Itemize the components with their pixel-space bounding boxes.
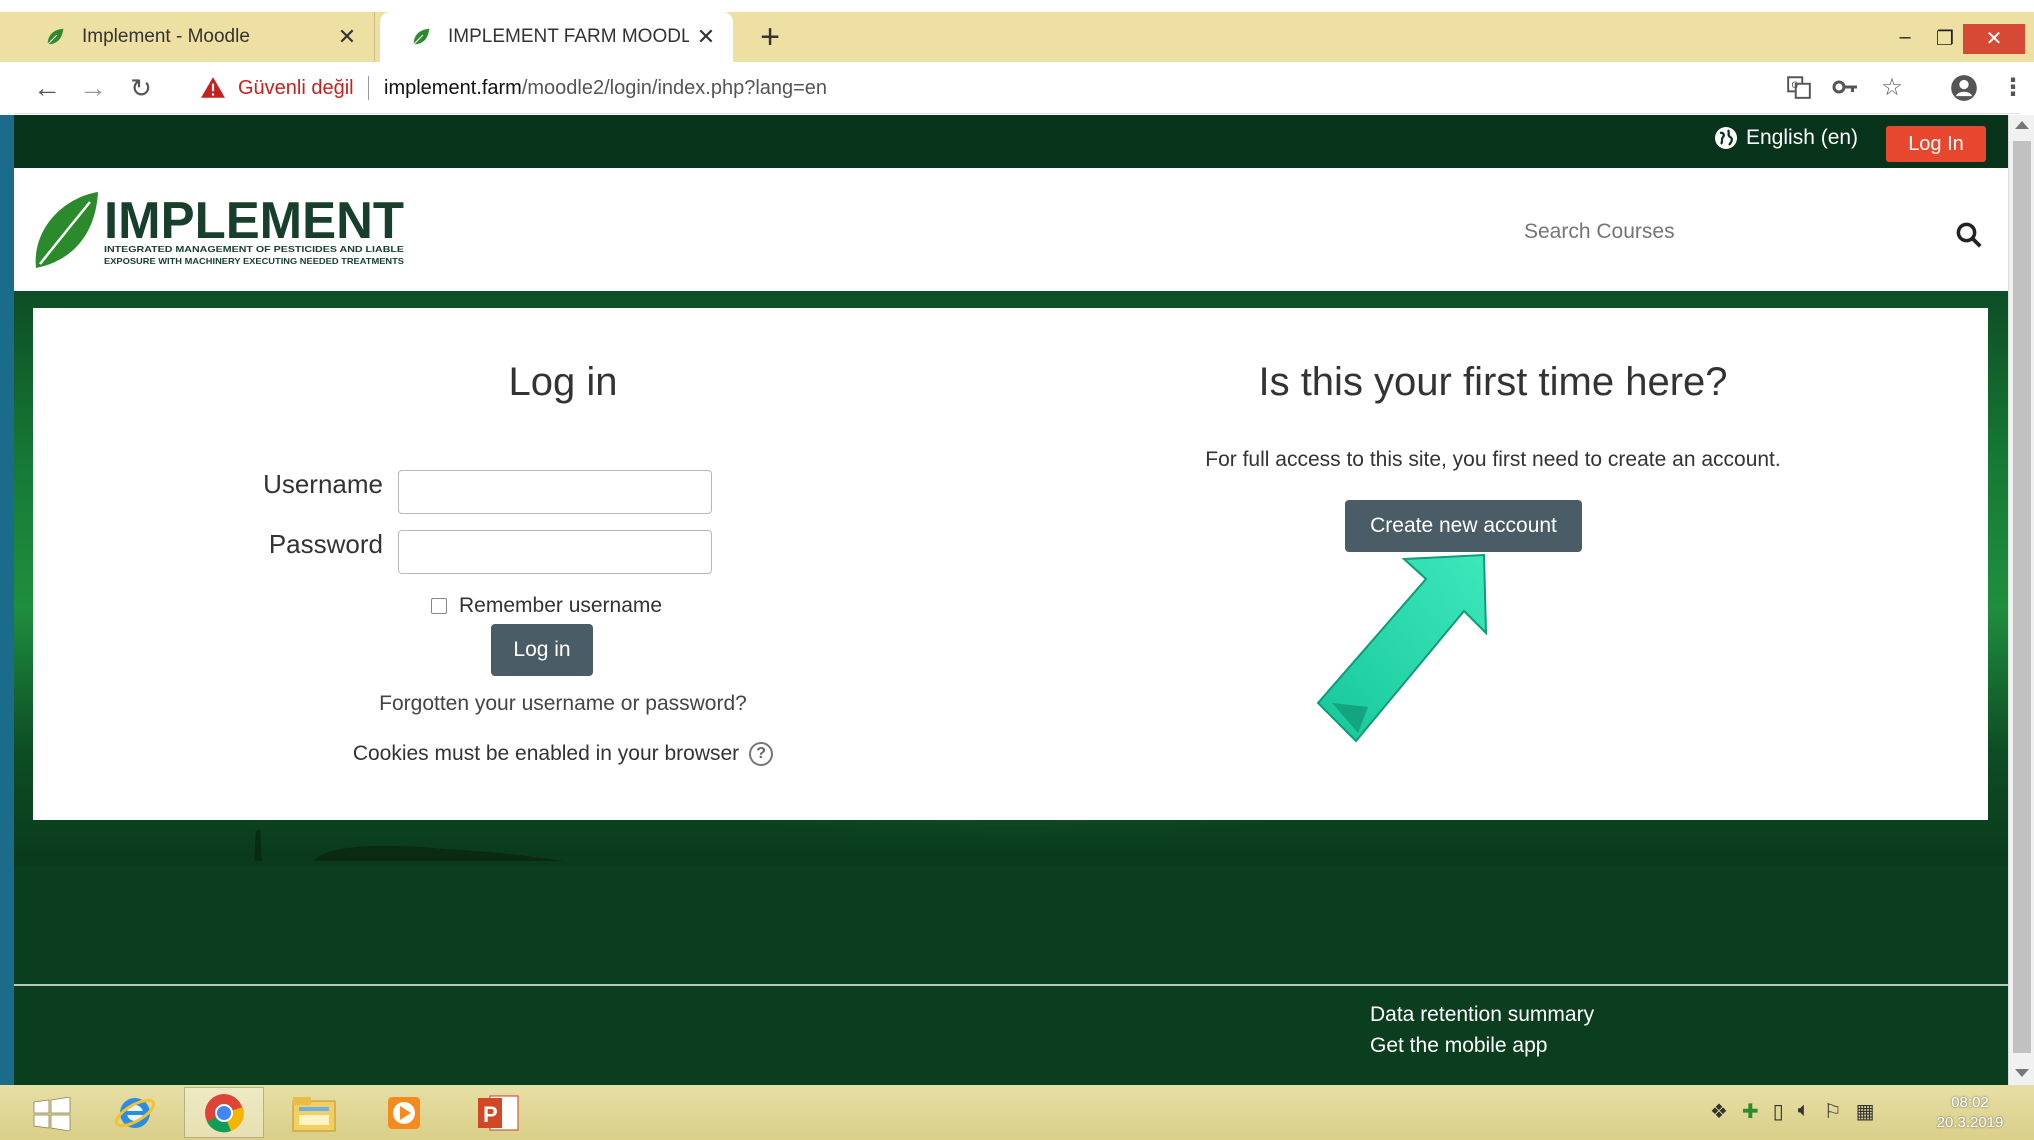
battery-icon[interactable]: ▯ — [1773, 1099, 1784, 1124]
bookmark-star-icon[interactable]: ☆ — [1877, 74, 1907, 104]
volume-icon[interactable]: 🔈︎ — [1798, 1099, 1810, 1124]
reload-icon[interactable]: ↻ — [126, 74, 156, 104]
data-retention-link[interactable]: Data retention summary — [1370, 1003, 1594, 1027]
cookies-text: Cookies must be enabled in your browser — [352, 742, 740, 765]
url-text[interactable]: implement.farm/moodle2/login/index.php?l… — [384, 77, 827, 100]
warning-triangle-icon — [201, 77, 225, 98]
svg-text:G: G — [1791, 81, 1798, 91]
clock-date: 20.3.2019 — [1936, 1114, 2004, 1131]
tab-implement-farm-moodle[interactable]: IMPLEMENT FARM MOODLE: Lo ✕ — [380, 12, 733, 62]
annotation-arrow-icon — [1316, 553, 1488, 743]
search-courses-input[interactable] — [1524, 212, 1924, 252]
action-center-flag-icon[interactable]: ⚐ — [1824, 1099, 1842, 1124]
logo-wordmark: IMPLEMENT — [104, 192, 404, 250]
clock-time: 08:02 — [1951, 1094, 1989, 1111]
login-card: Log in Username Password Remember userna… — [33, 308, 1988, 820]
top-login-button[interactable]: Log In — [1886, 126, 1986, 162]
browser-toolbar: ← → ↻ Güvenli değil implement.farm/moodl… — [14, 62, 2025, 114]
login-heading: Log in — [508, 360, 618, 404]
minimize-window-button[interactable]: – — [1885, 26, 1925, 52]
close-tab-icon[interactable]: ✕ — [330, 24, 364, 50]
page-viewport: English (en) Log In IMPLEMENT INTEGRATED… — [14, 115, 2008, 1085]
page-scrollbar[interactable] — [2008, 115, 2034, 1085]
search-icon[interactable] — [1954, 220, 1984, 250]
security-status-label[interactable]: Güvenli değil — [238, 77, 354, 100]
network-icon[interactable]: ▦ — [1856, 1099, 1875, 1124]
browser-menu-icon[interactable]: ⋮ — [1998, 74, 2028, 104]
close-tab-icon[interactable]: ✕ — [689, 24, 723, 50]
windows-taskbar: P ❖ ✚ ▯ 🔈︎ ⚐ ▦ 08:02 20.3.2019 — [0, 1085, 2034, 1140]
logo-tagline-1: INTEGRATED MANAGEMENT OF PESTICIDES AND … — [104, 244, 404, 254]
page-footer: Data retention summary Get the mobile ap… — [14, 986, 2008, 1085]
back-arrow-icon[interactable]: ← — [32, 74, 62, 104]
taskbar-clock[interactable]: 08:02 20.3.2019 — [1920, 1093, 2020, 1133]
username-label: Username — [263, 469, 383, 499]
desktop-edge — [0, 115, 14, 1085]
help-question-icon[interactable]: ? — [749, 742, 774, 766]
scroll-down-arrow-icon[interactable] — [2015, 1069, 2029, 1077]
username-field[interactable] — [398, 470, 712, 514]
leaf-favicon-icon — [413, 28, 430, 45]
password-field[interactable] — [398, 530, 712, 574]
language-menu[interactable]: English (en) — [1714, 126, 1858, 150]
restore-window-button[interactable]: ❐ — [1925, 26, 1965, 52]
window-top-strip — [0, 0, 2034, 12]
tab-bar: Implement - Moodle ✕ IMPLEMENT FARM MOOD… — [0, 12, 2034, 62]
tab-title: IMPLEMENT FARM MOODLE: Lo — [448, 26, 689, 47]
leaf-favicon-icon — [47, 28, 64, 45]
implement-logo[interactable]: IMPLEMENT INTEGRATED MANAGEMENT OF PESTI… — [32, 190, 412, 272]
signup-heading: Is this your first time here? — [1258, 360, 1728, 404]
new-tab-button[interactable]: + — [752, 20, 788, 56]
logo-tagline-2: EXPOSURE WITH MACHINERY EXECUTING NEEDED… — [104, 256, 404, 266]
signup-description: For full access to this site, you first … — [1205, 448, 1781, 471]
mobile-app-link[interactable]: Get the mobile app — [1370, 1034, 1547, 1058]
chrome-icon[interactable] — [184, 1087, 264, 1138]
file-explorer-icon[interactable] — [274, 1087, 354, 1138]
remember-username-checkbox[interactable] — [431, 598, 447, 614]
svg-text:P: P — [483, 1102, 498, 1127]
forward-arrow-icon[interactable]: → — [78, 74, 108, 104]
tab-title: Implement - Moodle — [82, 26, 250, 47]
password-label: Password — [268, 529, 383, 559]
dropbox-icon[interactable]: ❖ — [1710, 1099, 1728, 1124]
url-path: /moodle2/login/index.php?lang=en — [521, 77, 828, 99]
url-host: implement.farm — [384, 77, 522, 99]
scrollbar-thumb[interactable] — [2013, 141, 2031, 1053]
windows-start-icon[interactable] — [22, 1097, 82, 1131]
top-navbar: English (en) Log In — [14, 115, 2008, 168]
site-header: IMPLEMENT INTEGRATED MANAGEMENT OF PESTI… — [14, 168, 2008, 291]
profile-avatar-icon[interactable] — [1949, 74, 1979, 104]
scroll-up-arrow-icon[interactable] — [2015, 121, 2029, 129]
language-label: English (en) — [1746, 126, 1859, 149]
internet-explorer-icon[interactable] — [95, 1087, 175, 1138]
security-shield-icon[interactable]: ✚ — [1742, 1099, 1759, 1124]
key-icon[interactable] — [1830, 74, 1860, 104]
system-tray: ❖ ✚ ▯ 🔈︎ ⚐ ▦ — [1710, 1099, 1875, 1124]
close-window-button[interactable]: ✕ — [1963, 24, 2025, 54]
address-bar[interactable]: Güvenli değil implement.farm/moodle2/log… — [184, 68, 1804, 108]
cookies-notice: Cookies must be enabled in your browser … — [263, 742, 863, 766]
dark-band — [14, 866, 2008, 986]
login-button[interactable]: Log in — [491, 624, 593, 676]
tab-implement-moodle[interactable]: Implement - Moodle ✕ — [14, 12, 375, 62]
translate-icon[interactable]: G — [1784, 74, 1814, 104]
forgot-password-link[interactable]: Forgotten your username or password? — [263, 692, 863, 716]
globe-icon — [1715, 127, 1737, 149]
create-new-account-button[interactable]: Create new account — [1345, 500, 1582, 552]
address-separator — [368, 76, 369, 100]
powerpoint-icon[interactable]: P — [458, 1087, 538, 1138]
media-player-icon[interactable] — [364, 1087, 444, 1138]
remember-username-label[interactable]: Remember username — [459, 594, 662, 618]
